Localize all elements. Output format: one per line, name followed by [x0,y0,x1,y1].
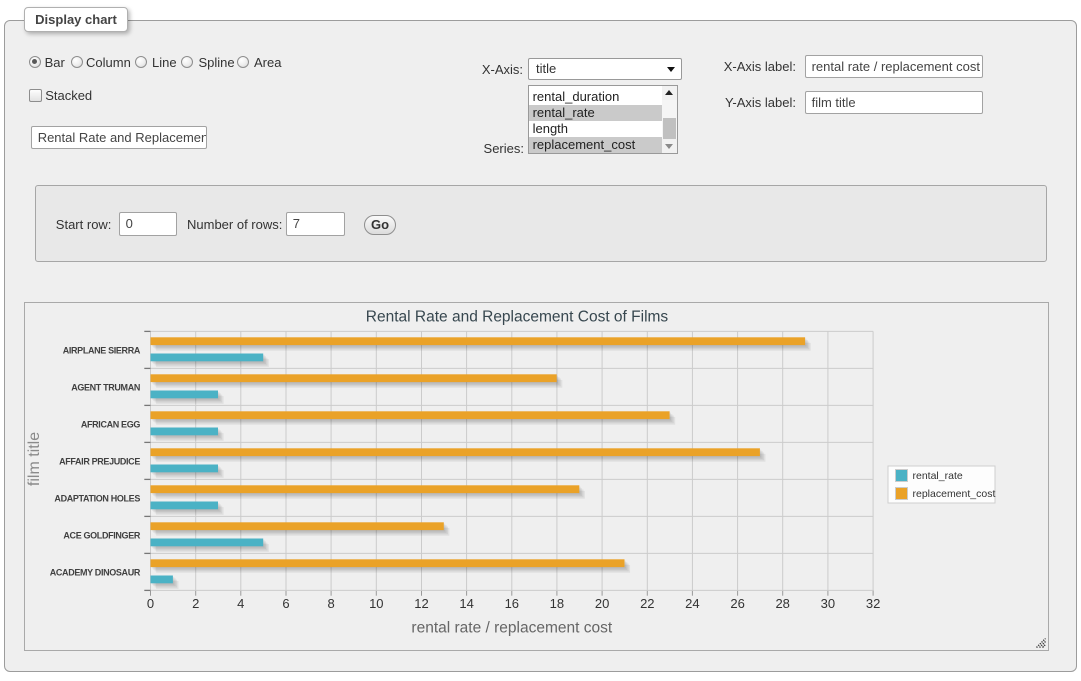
svg-text:6: 6 [282,596,289,611]
svg-text:8: 8 [327,596,334,611]
svg-text:0: 0 [147,596,154,611]
svg-text:rental_rate: rental_rate [913,470,963,482]
svg-text:film title: film title [26,432,43,486]
svg-text:Rental Rate and Replacement Co: Rental Rate and Replacement Cost of Film… [366,309,669,326]
svg-text:28: 28 [775,596,789,611]
svg-text:ADAPTATION HOLES: ADAPTATION HOLES [54,493,140,503]
svg-text:2: 2 [192,596,199,611]
svg-text:AIRPLANE SIERRA: AIRPLANE SIERRA [63,345,141,355]
svg-text:ACE GOLDFINGER: ACE GOLDFINGER [63,530,140,540]
svg-text:10: 10 [369,596,383,611]
svg-text:AGENT TRUMAN: AGENT TRUMAN [71,382,140,392]
svg-text:32: 32 [866,596,880,611]
svg-text:replacement_cost: replacement_cost [913,488,996,500]
svg-text:ACADEMY DINOSAUR: ACADEMY DINOSAUR [50,567,141,577]
svg-text:22: 22 [640,596,654,611]
svg-text:4: 4 [237,596,244,611]
svg-text:AFRICAN EGG: AFRICAN EGG [81,419,140,429]
svg-text:20: 20 [595,596,609,611]
svg-text:18: 18 [550,596,564,611]
svg-text:AFFAIR PREJUDICE: AFFAIR PREJUDICE [59,456,140,466]
svg-text:30: 30 [821,596,835,611]
svg-text:16: 16 [505,596,519,611]
svg-text:rental rate / replacement cost: rental rate / replacement cost [411,620,612,637]
svg-text:24: 24 [685,596,699,611]
svg-text:26: 26 [730,596,744,611]
svg-text:14: 14 [459,596,473,611]
svg-text:12: 12 [414,596,428,611]
